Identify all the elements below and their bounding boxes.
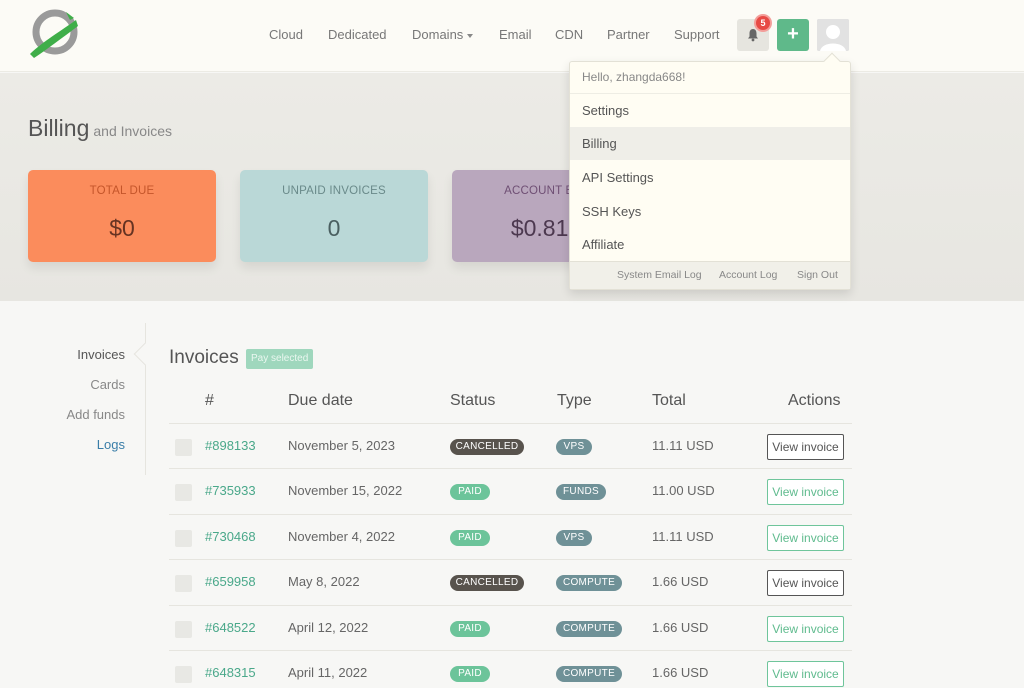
- type-badge: VPS: [556, 439, 592, 455]
- sidenav-invoices[interactable]: Invoices: [77, 347, 125, 362]
- table-row: #730468 November 4, 2022 PAID VPS 11.11 USD V…: [169, 513, 852, 559]
- user-icon: [817, 19, 849, 51]
- sidenav-cards[interactable]: Cards: [90, 377, 125, 392]
- unpaid-invoices-card: UNPAID INVOICES 0: [240, 170, 428, 262]
- page-title-main: Billing: [28, 115, 90, 141]
- col-header-status: Status: [450, 392, 496, 409]
- avatar[interactable]: [817, 19, 849, 51]
- logo-icon[interactable]: [26, 8, 82, 60]
- billing-sidenav: Invoices Cards Add funds Logs: [0, 323, 146, 475]
- notification-badge: 5: [756, 16, 770, 30]
- table-row: #648522 April 12, 2022 PAID COMPUTE 1.66 USD…: [169, 604, 852, 650]
- nav-domains-label: Domains: [412, 27, 464, 42]
- status-badge: PAID: [450, 529, 490, 546]
- page-title: Billing and Invoices: [28, 115, 172, 142]
- invoice-total: 11.11 USD: [652, 438, 714, 453]
- invoice-total: 1.66 USD: [652, 665, 709, 680]
- due-date: May 8, 2022: [288, 574, 360, 590]
- type-badge: COMPUTE: [556, 620, 622, 637]
- table-row: #659958 May 8, 2022 CANCELLED COMPUTE 1.66 U…: [169, 559, 852, 604]
- invoice-id-link[interactable]: #659958: [205, 574, 256, 589]
- unpaid-invoices-label: UNPAID INVOICES: [282, 185, 386, 197]
- status-badge: PAID: [450, 666, 490, 682]
- row-checkbox[interactable]: [175, 439, 192, 456]
- nav-cdn[interactable]: CDN: [555, 27, 583, 42]
- invoice-total: 11.11 USD: [652, 528, 714, 544]
- invoices-title: Invoices: [169, 347, 239, 368]
- view-invoice-button[interactable]: View invoice: [767, 661, 844, 687]
- row-checkbox[interactable]: [175, 484, 192, 502]
- nav-support[interactable]: Support: [674, 27, 720, 42]
- row-checkbox[interactable]: [175, 529, 192, 547]
- user-menu-dropdown: Hello, zhangda668! Settings Billing API …: [569, 52, 851, 290]
- menu-item-api-settings[interactable]: API Settings: [570, 161, 850, 194]
- menu-item-ssh-keys[interactable]: SSH Keys: [570, 195, 850, 228]
- col-header-due-date: Due date: [288, 392, 353, 409]
- menu-item-affiliate[interactable]: Affiliate: [570, 228, 850, 261]
- top-header: Cloud Dedicated Domains Email CDN Partne…: [0, 0, 1024, 72]
- sidenav-add-funds[interactable]: Add funds: [66, 407, 125, 422]
- col-header-actions: Actions: [788, 392, 841, 409]
- sidenav-logs[interactable]: Logs: [97, 437, 125, 452]
- nav-email[interactable]: Email: [499, 27, 532, 42]
- invoice-id-link[interactable]: #648315: [205, 665, 256, 680]
- due-date: November 15, 2022: [288, 483, 403, 499]
- pay-selected-button[interactable]: Pay selected: [246, 349, 314, 369]
- invoice-id-link[interactable]: #648522: [205, 620, 256, 635]
- nav-domains[interactable]: Domains: [412, 27, 474, 42]
- row-checkbox[interactable]: [175, 666, 192, 683]
- type-badge: VPS: [556, 529, 592, 546]
- nav-cloud[interactable]: Cloud: [269, 27, 303, 42]
- col-header-total: Total: [652, 392, 686, 409]
- invoice-total: 11.00 USD: [652, 483, 715, 499]
- total-due-card: TOTAL DUE $0: [28, 170, 216, 262]
- add-button[interactable]: +: [777, 19, 809, 51]
- user-greeting: Hello, zhangda668!: [570, 62, 850, 94]
- due-date: April 12, 2022: [288, 619, 369, 635]
- type-badge: FUNDS: [556, 484, 606, 501]
- total-due-label: TOTAL DUE: [89, 185, 155, 197]
- bell-icon: [748, 29, 758, 42]
- due-date: November 4, 2022: [288, 528, 395, 544]
- row-checkbox[interactable]: [175, 575, 192, 593]
- invoice-total: 1.66 USD: [652, 619, 709, 635]
- sign-out-link[interactable]: Sign Out: [797, 269, 838, 281]
- status-badge: PAID: [450, 620, 490, 637]
- chevron-down-icon: [467, 33, 474, 38]
- type-badge: COMPUTE: [556, 666, 622, 682]
- col-header-number: #: [205, 392, 214, 409]
- view-invoice-button[interactable]: View invoice: [767, 615, 844, 642]
- nav-dedicated[interactable]: Dedicated: [328, 27, 387, 42]
- system-email-log-link[interactable]: System Email Log: [617, 269, 702, 281]
- page-subtitle: and Invoices: [93, 123, 172, 139]
- row-checkbox[interactable]: [175, 620, 192, 638]
- menu-item-settings[interactable]: Settings: [570, 94, 850, 127]
- invoice-id-link[interactable]: #730468: [205, 529, 256, 544]
- status-badge: PAID: [450, 484, 490, 501]
- status-badge: CANCELLED: [450, 575, 524, 592]
- view-invoice-button[interactable]: View invoice: [767, 524, 844, 551]
- due-date: April 11, 2022: [288, 665, 368, 680]
- view-invoice-button[interactable]: View invoice: [767, 434, 844, 460]
- view-invoice-button[interactable]: View invoice: [767, 570, 844, 597]
- table-row: #735933 November 15, 2022 PAID FUNDS 11.00 U…: [169, 468, 852, 513]
- menu-item-billing[interactable]: Billing: [570, 127, 850, 160]
- table-row: #648315 April 11, 2022 PAID COMPUTE 1.66 USD…: [169, 650, 852, 688]
- col-header-type: Type: [557, 392, 592, 409]
- nav-partner[interactable]: Partner: [607, 27, 650, 42]
- status-badge: CANCELLED: [450, 439, 524, 455]
- due-date: November 5, 2023: [288, 438, 395, 453]
- invoice-id-link[interactable]: #898133: [205, 438, 256, 453]
- invoice-id-link[interactable]: #735933: [205, 483, 256, 498]
- account-log-link[interactable]: Account Log: [719, 269, 777, 281]
- unpaid-invoices-value: 0: [327, 215, 341, 241]
- invoice-total: 1.66 USD: [652, 574, 709, 590]
- view-invoice-button[interactable]: View invoice: [767, 479, 844, 506]
- table-row: #898133 November 5, 2023 CANCELLED VPS 11.11…: [169, 423, 852, 468]
- total-due-value: $0: [109, 215, 135, 241]
- type-badge: COMPUTE: [556, 575, 622, 592]
- dropdown-footer: System Email Log Account Log Sign Out: [570, 261, 850, 289]
